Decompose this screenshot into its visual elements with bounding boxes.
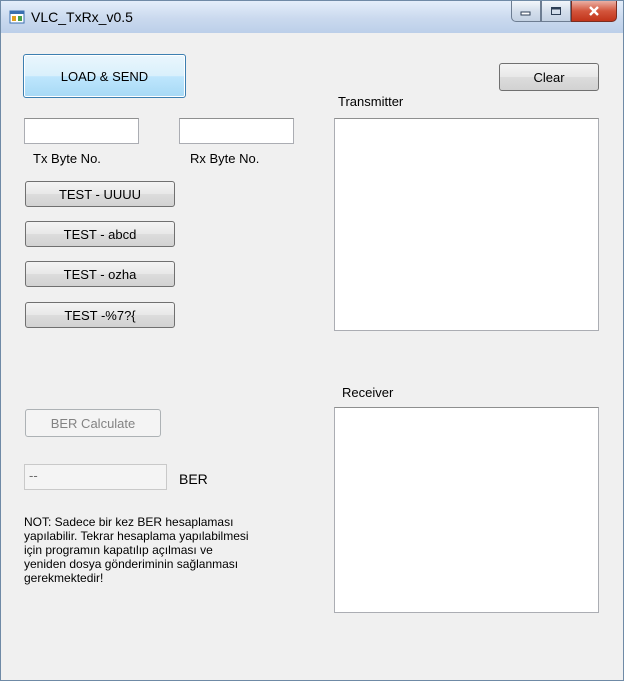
rx-byte-label: Rx Byte No. (190, 151, 260, 166)
tx-byte-label: Tx Byte No. (33, 151, 101, 166)
test-symbols-button[interactable]: TEST -%7?{ (25, 302, 175, 328)
tx-byte-field[interactable] (24, 118, 139, 144)
note-line: yapılabilir. Tekrar hesaplama yapılabilm… (24, 529, 249, 543)
receiver-textarea[interactable] (334, 407, 599, 613)
receiver-label: Receiver (342, 385, 394, 400)
title-bar[interactable]: VLC_TxRx_v0.5 (1, 1, 623, 33)
load-send-button[interactable]: LOAD & SEND (23, 54, 186, 98)
transmitter-label: Transmitter (338, 94, 404, 109)
window-title: VLC_TxRx_v0.5 (31, 9, 133, 25)
close-icon (589, 6, 599, 16)
app-icon (9, 10, 25, 24)
minimize-icon (520, 11, 531, 16)
test-ozha-button[interactable]: TEST - ozha (25, 261, 175, 287)
ber-label: BER (179, 471, 208, 487)
clear-button[interactable]: Clear (499, 63, 599, 91)
note-text: NOT: Sadece bir kez BER hesaplaması yapı… (24, 515, 304, 585)
main-window: VLC_TxRx_v0.5 LOAD & SEND Clear Transmit… (0, 0, 624, 681)
test-uuuu-button[interactable]: TEST - UUUU (25, 181, 175, 207)
note-line: NOT: Sadece bir kez BER hesaplaması (24, 515, 234, 529)
transmitter-textarea[interactable] (334, 118, 599, 331)
close-button[interactable] (571, 1, 617, 22)
note-line: gerekmektedir! (24, 571, 104, 585)
test-abcd-button[interactable]: TEST - abcd (25, 221, 175, 247)
ber-value-field: -- (24, 464, 167, 490)
minimize-button[interactable] (511, 1, 541, 22)
note-line: için programın kapatılıp açılması ve (24, 543, 213, 557)
rx-byte-field[interactable] (179, 118, 294, 144)
window-controls (511, 1, 617, 22)
ber-calculate-button[interactable]: BER Calculate (25, 409, 161, 437)
client-area: LOAD & SEND Clear Transmitter Tx Byte No… (1, 33, 623, 680)
maximize-icon (551, 7, 561, 15)
note-line: yeniden dosya gönderiminin sağlanması (24, 557, 239, 571)
maximize-button[interactable] (541, 1, 571, 22)
